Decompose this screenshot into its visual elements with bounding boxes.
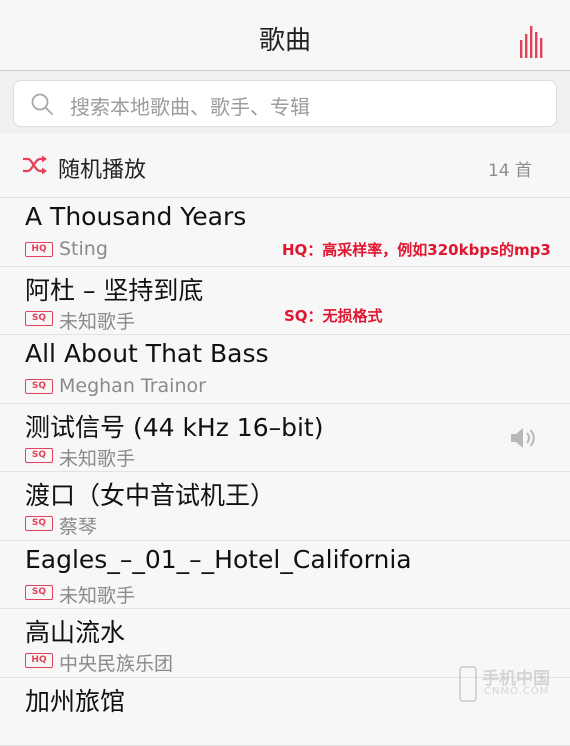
song-title: 测试信号 (44 kHz 16–bit) bbox=[25, 408, 324, 444]
song-title: All About That Bass bbox=[25, 339, 269, 368]
shuffle-all-row[interactable]: 随机播放 14 首 bbox=[0, 133, 570, 198]
search-icon bbox=[30, 92, 54, 116]
quality-badge: SQ bbox=[25, 516, 53, 531]
song-title: A Thousand Years bbox=[25, 202, 246, 231]
quality-badge: HQ bbox=[25, 653, 53, 668]
hq-annotation: HQ：高采样率，例如320kbps的mp3 bbox=[282, 239, 551, 260]
song-title: 阿杜 – 坚持到底 bbox=[25, 271, 203, 307]
watermark-icon bbox=[458, 666, 478, 702]
speaker-icon bbox=[510, 427, 538, 449]
song-artist: Sting bbox=[59, 238, 108, 260]
header: 歌曲 bbox=[0, 0, 570, 71]
song-count: 14 首 bbox=[488, 156, 532, 181]
sq-annotation: SQ：无损格式 bbox=[284, 305, 383, 326]
quality-badge: SQ bbox=[25, 379, 53, 394]
song-title: Eagles_–_01_–_Hotel_California bbox=[25, 545, 412, 574]
song-artist: 蔡琴 bbox=[59, 512, 97, 539]
song-title: 渡口（女中音试机王） bbox=[25, 476, 275, 512]
quality-badge: SQ bbox=[25, 448, 53, 463]
song-artist: 中央民族乐团 bbox=[59, 649, 173, 676]
watermark-logo: 手机中国 CNMO.COM bbox=[458, 664, 562, 704]
song-artist: 未知歌手 bbox=[59, 307, 135, 334]
song-row[interactable]: Eagles_–_01_–_Hotel_California SQ 未知歌手 bbox=[0, 541, 570, 610]
song-title: 加州旅馆 bbox=[25, 682, 125, 718]
search-input[interactable]: 搜索本地歌曲、歌手、专辑 bbox=[13, 80, 557, 127]
search-placeholder: 搜索本地歌曲、歌手、专辑 bbox=[70, 91, 310, 120]
quality-badge: HQ bbox=[25, 242, 53, 257]
quality-badge: SQ bbox=[25, 585, 53, 600]
watermark-subtext: CNMO.COM bbox=[484, 686, 549, 697]
equalizer-icon[interactable] bbox=[520, 26, 546, 58]
song-artist: Meghan Trainor bbox=[59, 375, 206, 397]
song-row[interactable]: All About That Bass SQ Meghan Trainor bbox=[0, 335, 570, 404]
quality-badge: SQ bbox=[25, 311, 53, 326]
search-bar-container: 搜索本地歌曲、歌手、专辑 bbox=[0, 71, 570, 133]
page-title: 歌曲 bbox=[0, 20, 570, 57]
song-title: 高山流水 bbox=[25, 613, 125, 649]
song-row[interactable]: 渡口（女中音试机王） SQ 蔡琴 bbox=[0, 472, 570, 541]
song-artist: 未知歌手 bbox=[59, 444, 135, 471]
song-row[interactable]: 测试信号 (44 kHz 16–bit) SQ 未知歌手 bbox=[0, 404, 570, 473]
shuffle-icon bbox=[22, 155, 48, 175]
song-artist: 未知歌手 bbox=[59, 581, 135, 608]
shuffle-label: 随机播放 bbox=[58, 152, 146, 184]
